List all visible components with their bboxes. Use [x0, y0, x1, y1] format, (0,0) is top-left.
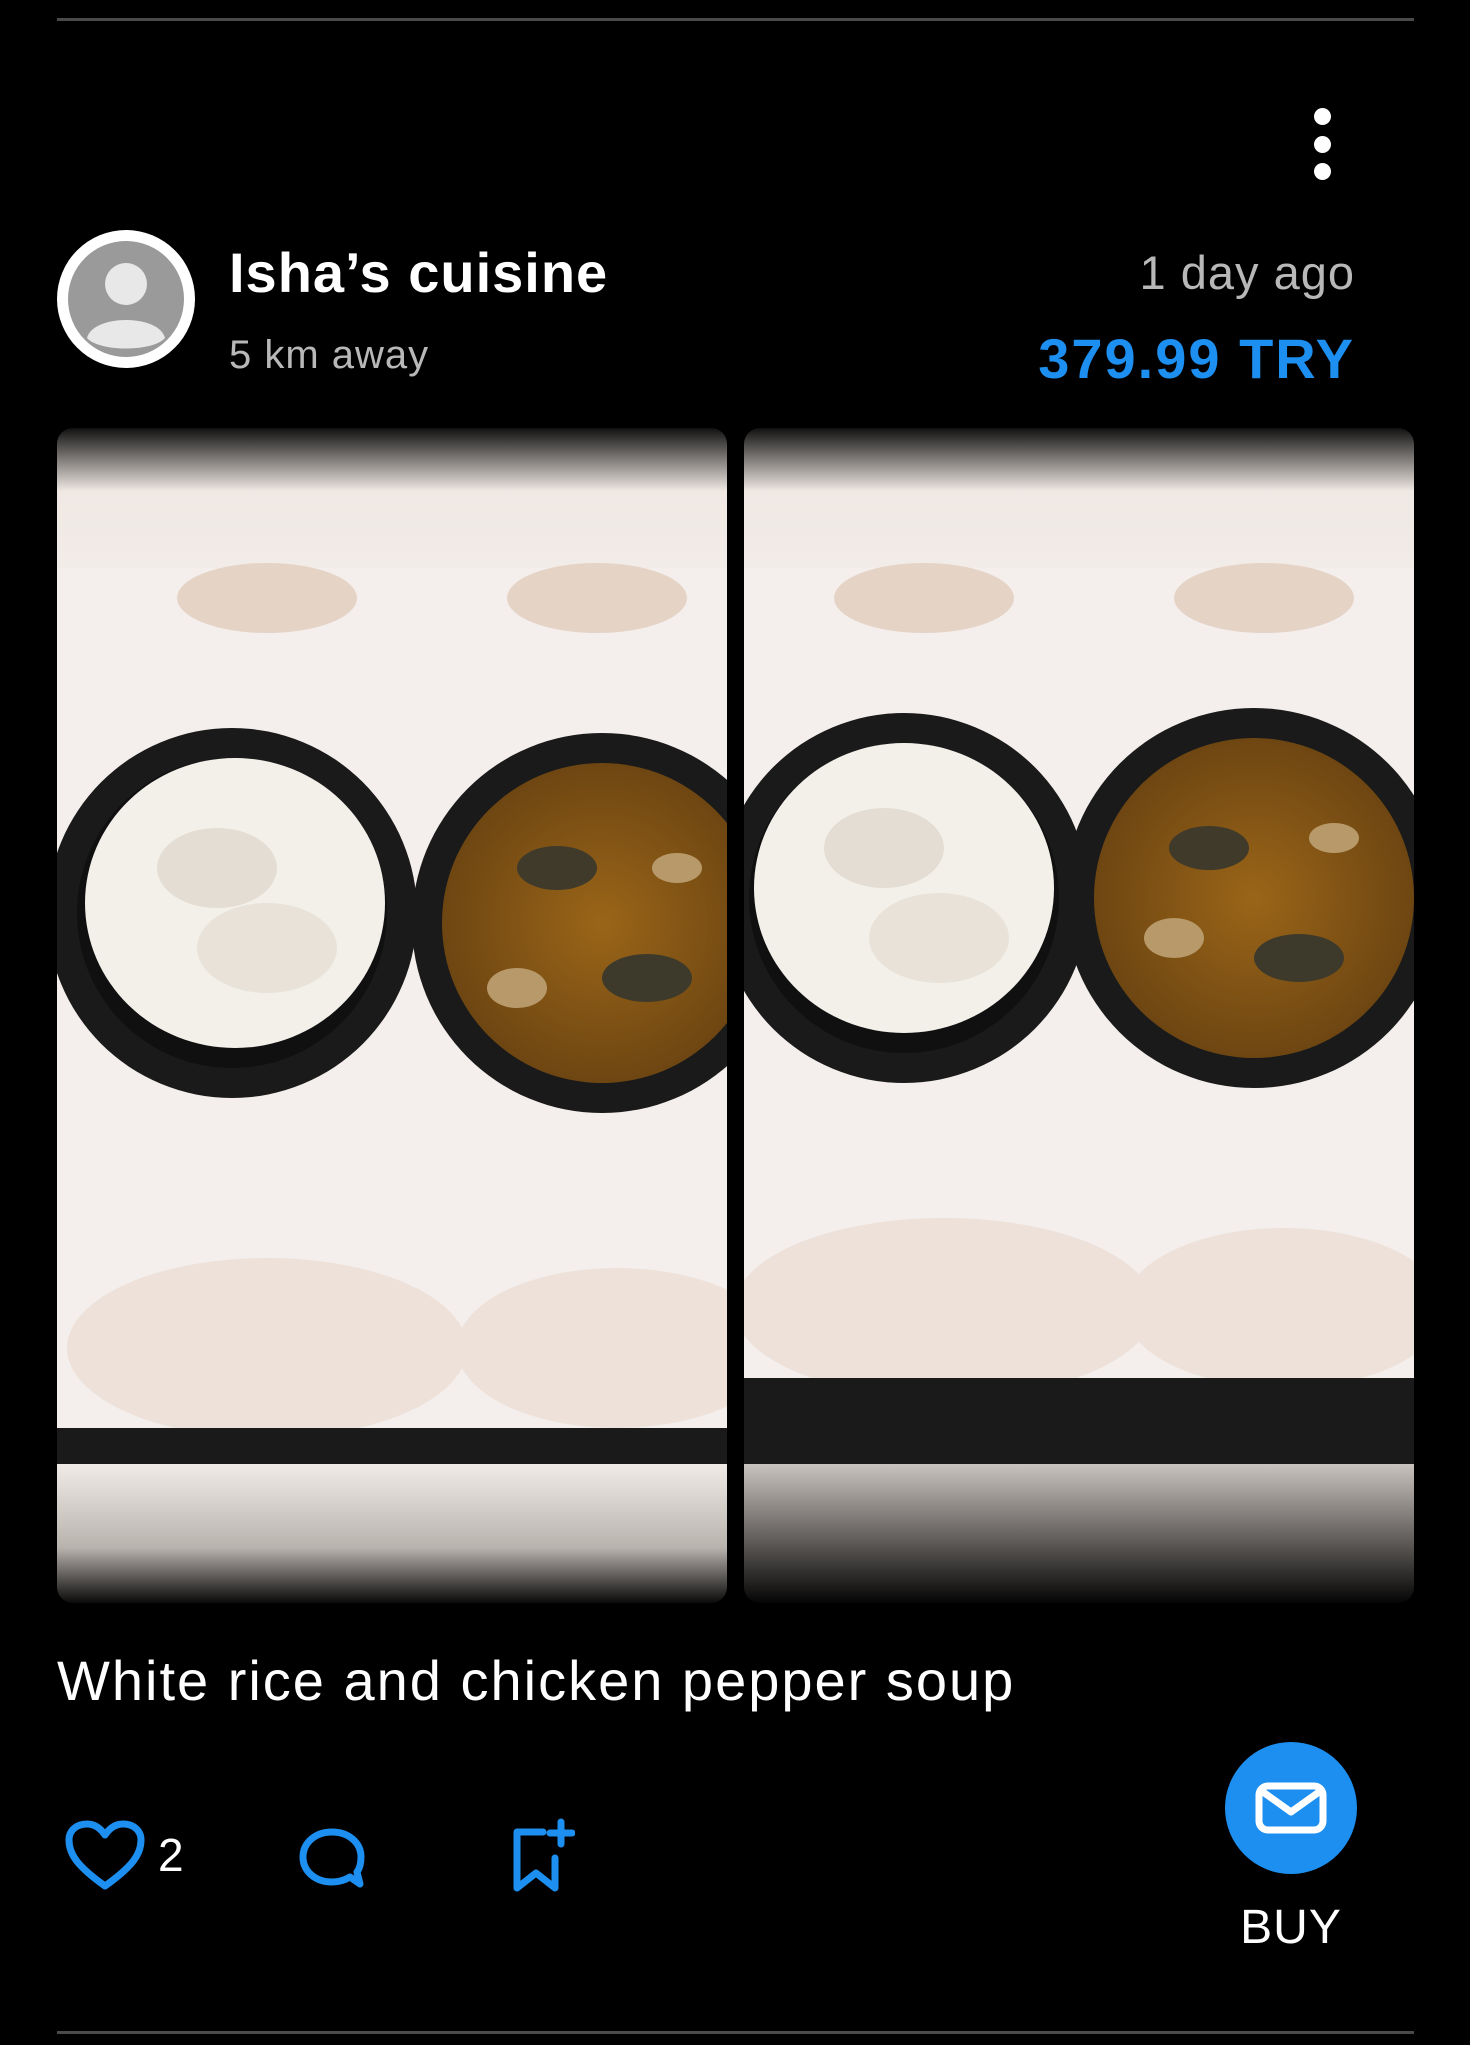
like-count: 2: [158, 1829, 184, 1881]
like-button[interactable]: [65, 1820, 145, 1897]
mail-envelope-icon: [1255, 1782, 1327, 1834]
food-photo-1[interactable]: [57, 428, 727, 1603]
top-divider: [57, 18, 1414, 21]
save-button[interactable]: [509, 1818, 576, 1899]
food-photo-2[interactable]: [744, 428, 1414, 1603]
seller-distance: 5 km away: [229, 333, 430, 377]
user-placeholder-icon: [68, 241, 184, 357]
item-price: 379.99 TRY: [1038, 327, 1355, 390]
bottom-divider: [57, 2031, 1414, 2034]
buy-label[interactable]: BUY: [1225, 1900, 1357, 1955]
seller-avatar[interactable]: [57, 230, 195, 368]
seller-name[interactable]: Isha’s cuisine: [229, 240, 608, 305]
more-options-icon[interactable]: [1302, 104, 1342, 184]
buy-button[interactable]: [1225, 1742, 1357, 1874]
bookmark-add-icon: [513, 1818, 576, 1892]
post-timestamp: 1 day ago: [1139, 246, 1355, 299]
heart-outline-icon: [65, 1820, 145, 1890]
comment-button[interactable]: [297, 1826, 367, 1897]
comment-bubble-icon: [299, 1828, 365, 1888]
post-caption: White rice and chicken pepper soup: [57, 1649, 1016, 1712]
